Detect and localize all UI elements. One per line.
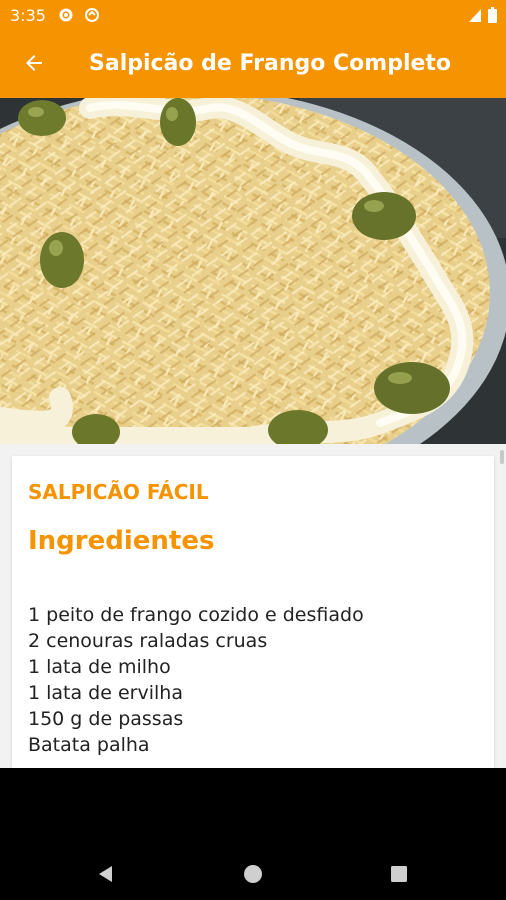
gear-icon [58,7,74,27]
ingredients-heading: Ingredientes [28,526,215,556]
nav-recents-button[interactable] [379,856,419,896]
navigation-bar [0,768,506,900]
back-button[interactable] [12,43,56,87]
recipe-card: SALPICÃO FÁCIL Ingredientes 1 peito de f… [12,456,494,768]
arrow-left-icon [22,51,46,79]
status-bar: 3:35 [0,0,506,32]
nav-back-button[interactable] [86,856,126,896]
back-triangle-icon [96,864,116,888]
ingredient-item: 1 peito de frango cozido e desfiado [28,604,364,626]
battery-icon [488,7,497,27]
ingredient-item: 1 lata de ervilha [28,682,183,704]
ingredient-item: 1 lata de milho [28,656,171,678]
ingredient-item: 150 g de passas [28,708,184,730]
home-circle-icon [243,864,263,888]
recipe-photo [0,98,506,444]
app-bar: Salpicão de Frango Completo [0,32,506,98]
ingredient-item: Batata palha [28,734,150,756]
recents-square-icon [389,864,409,888]
status-time: 3:35 [10,6,46,25]
scroll-indicator[interactable] [500,450,504,464]
nav-home-button[interactable] [233,856,273,896]
recipe-title: SALPICÃO FÁCIL [28,480,209,504]
signal-icon [468,7,482,27]
ingredient-item: 2 cenouras raladas cruas [28,630,268,652]
page-title: Salpicão de Frango Completo [89,51,452,76]
ingredients-list: 1 peito de frango cozido e desfiado 2 ce… [28,602,364,758]
sync-icon [84,7,100,27]
